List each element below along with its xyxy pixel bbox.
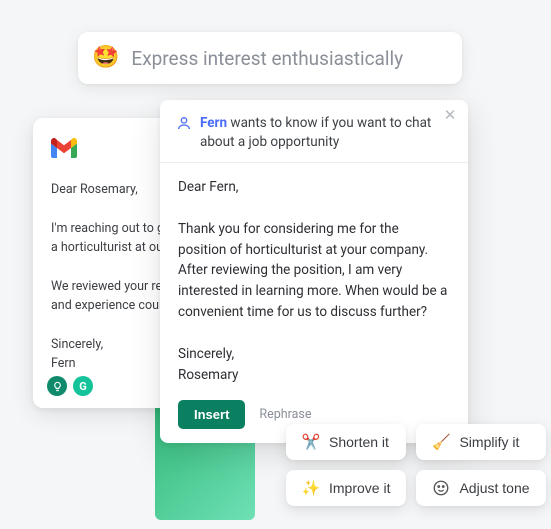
improve-chip[interactable]: ✨ Improve it <box>286 470 406 506</box>
chip-label: Adjust tone <box>459 480 529 496</box>
simplify-chip[interactable]: 🧹 Simplify it <box>416 424 545 460</box>
header-message: wants to know if you want to chat about … <box>200 115 431 150</box>
chip-label: Improve it <box>329 480 390 496</box>
prompt-input-bar[interactable]: 🤩 Express interest enthusiastically <box>78 32 462 84</box>
chip-label: Shorten it <box>329 434 389 450</box>
prompt-text: Express interest enthusiastically <box>131 47 403 70</box>
broom-icon: 🧹 <box>432 433 450 451</box>
reply-body-text: Dear Fern, Thank you for considering me … <box>160 163 468 392</box>
sender-name: Fern <box>200 115 227 131</box>
gmail-footer-actions: G <box>47 376 93 396</box>
scissors-icon: ✂️ <box>302 433 320 451</box>
idea-bulb-icon[interactable] <box>47 376 67 396</box>
chip-label: Simplify it <box>459 434 519 450</box>
person-icon <box>176 115 192 131</box>
rephrase-link[interactable]: Rephrase <box>259 407 311 422</box>
star-eyes-emoji-icon: 🤩 <box>92 47 119 69</box>
suggestion-chips: ✂️ Shorten it 🧹 Simplify it ✨ Improve it… <box>286 424 546 506</box>
close-icon[interactable]: ✕ <box>442 108 458 124</box>
grammarly-icon[interactable]: G <box>73 376 93 396</box>
shorten-chip[interactable]: ✂️ Shorten it <box>286 424 406 460</box>
insert-button[interactable]: Insert <box>178 400 245 429</box>
gmail-icon <box>51 138 77 158</box>
reply-header-text: Fern wants to know if you want to chat a… <box>200 114 452 152</box>
sparkle-icon: ✨ <box>302 479 320 497</box>
assistant-reply-card: Fern wants to know if you want to chat a… <box>160 100 468 443</box>
adjust-tone-chip[interactable]: Adjust tone <box>416 470 545 506</box>
reply-header: Fern wants to know if you want to chat a… <box>160 100 468 163</box>
smiley-icon <box>432 479 450 497</box>
